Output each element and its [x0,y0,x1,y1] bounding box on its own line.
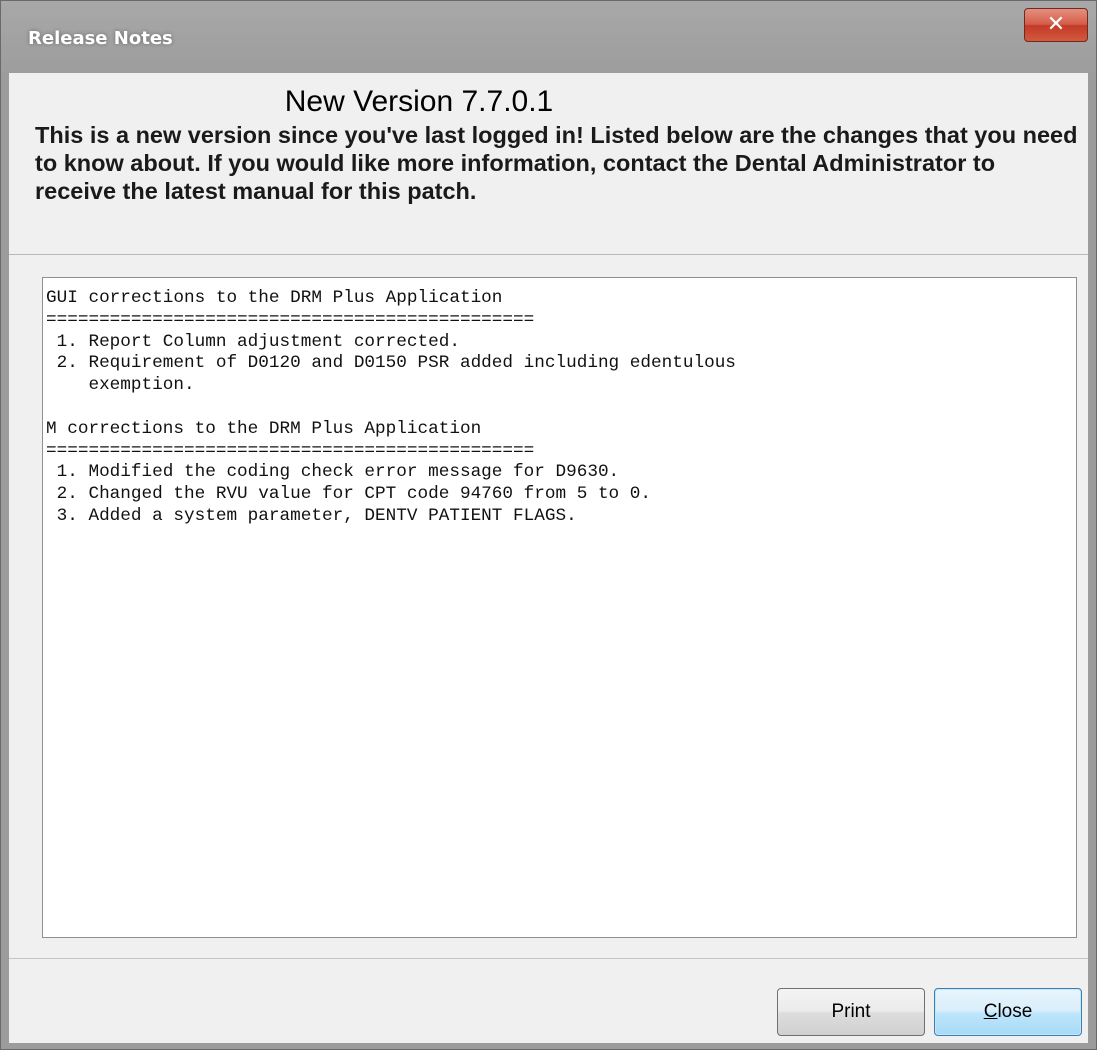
body-panel: GUI corrections to the DRM Plus Applicat… [9,255,1088,958]
release-notes-window: Release Notes ✕ New Version 7.7.0.1 This… [0,0,1097,1050]
window-close-button[interactable]: ✕ [1024,8,1088,42]
close-icon: ✕ [1046,12,1066,37]
window-title: Release Notes [28,28,173,49]
print-button[interactable]: Print [777,988,925,1036]
button-bar: Print Close [9,958,1088,1043]
close-button-label: Close [984,1001,1033,1023]
intro-text: This is a new version since you've last … [35,122,1078,204]
close-button[interactable]: Close [934,988,1082,1036]
print-button-label: Print [831,1001,871,1022]
version-title: New Version 7.7.0.1 [284,85,554,118]
close-label-rest: lose [997,1001,1033,1022]
header-panel: New Version 7.7.0.1 This is a new versio… [9,73,1088,255]
release-notes-text: GUI corrections to the DRM Plus Applicat… [46,288,736,526]
release-notes-textbox[interactable]: GUI corrections to the DRM Plus Applicat… [42,277,1077,938]
title-bar[interactable]: Release Notes ✕ [1,1,1096,73]
close-mnemonic: C [983,1001,998,1022]
